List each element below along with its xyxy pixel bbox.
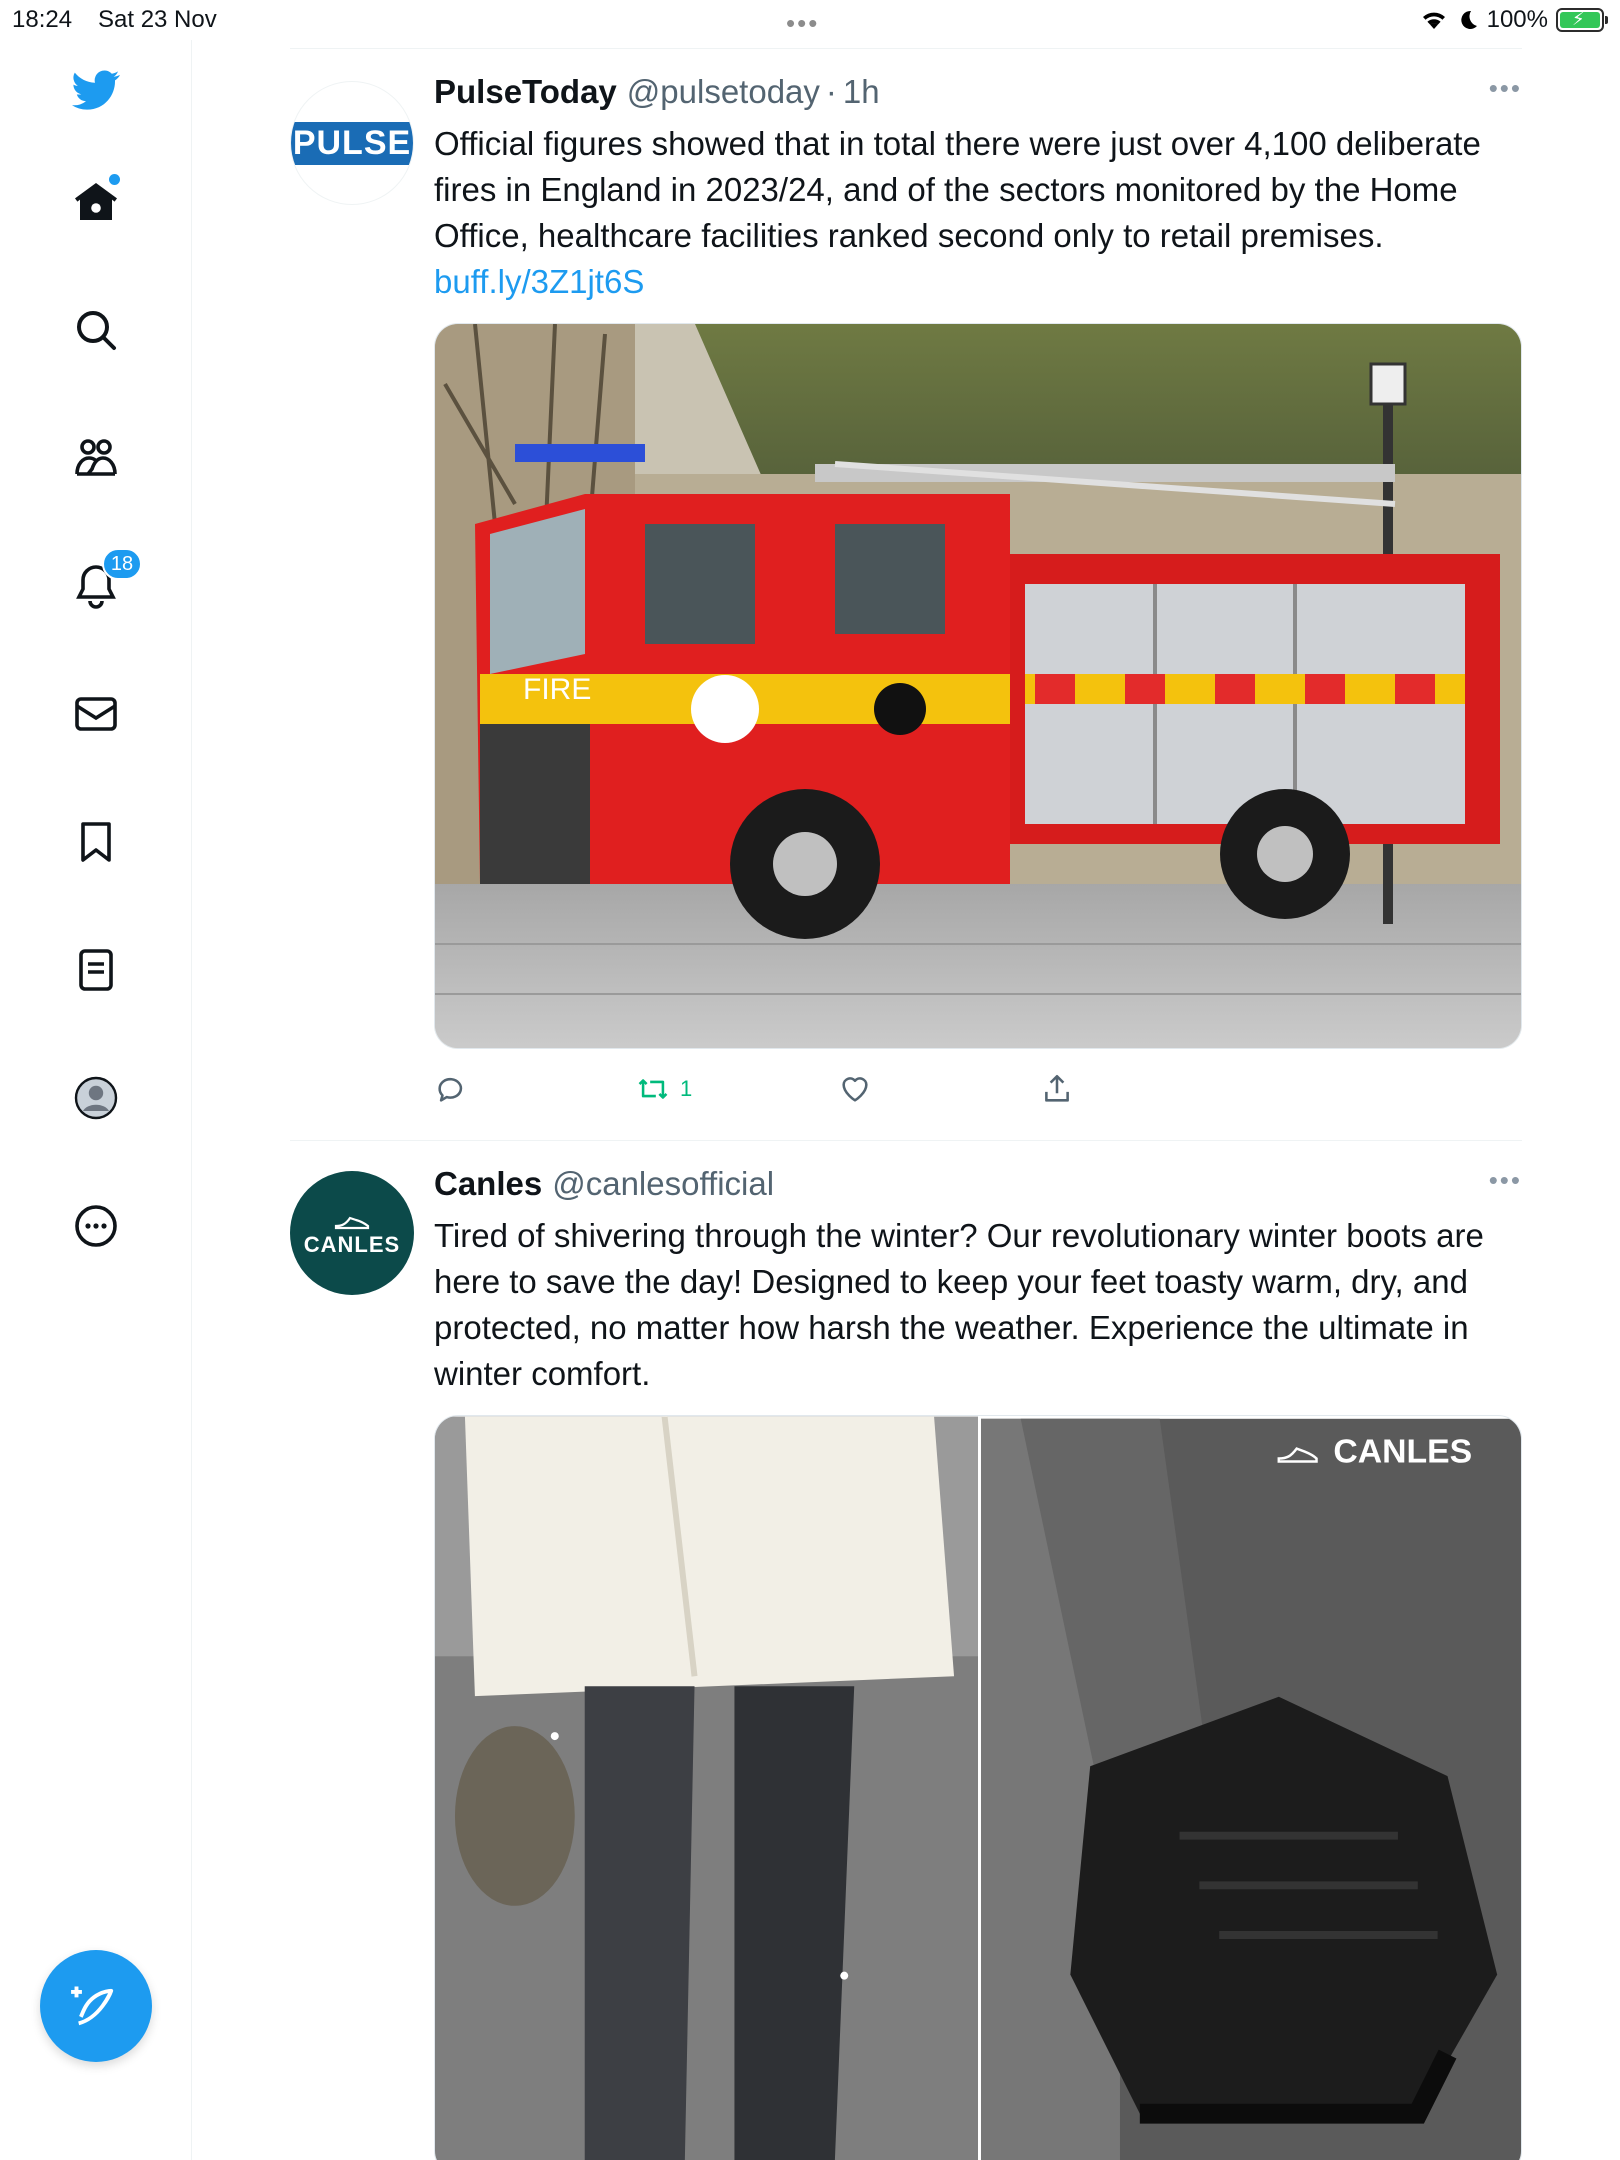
retweet-icon: [638, 1079, 668, 1099]
fire-engine-label: FIRE: [523, 673, 591, 706]
multitasking-dots-icon[interactable]: •••: [786, 8, 819, 39]
sidebar-item-more[interactable]: [56, 1186, 136, 1266]
retweet-count: 1: [680, 1076, 693, 1101]
communities-icon: [75, 439, 117, 476]
sidebar-item-profile[interactable]: [56, 1058, 136, 1138]
compose-tweet-button[interactable]: [40, 1950, 152, 2062]
notifications-badge: 18: [102, 548, 142, 580]
tweet-text: Tired of shivering through the winter? O…: [434, 1217, 1484, 1392]
bird-icon: [72, 70, 120, 110]
status-date: Sat 23 Nov: [98, 6, 217, 33]
sidebar-nav: 18: [0, 40, 192, 2160]
home-new-dot: [109, 174, 120, 185]
fire-engine-photo: FIRE: [435, 324, 1521, 1048]
moon-icon: [1460, 10, 1477, 29]
shoe-logo-icon: [334, 1216, 370, 1230]
more-circle-icon: [75, 1205, 117, 1247]
sidebar-item-explore[interactable]: [56, 290, 136, 370]
timeline: PULSE PulseToday @pulsetoday · 1h ••• Of…: [290, 48, 1522, 2160]
profile-avatar-icon: [74, 1076, 118, 1120]
tweet-author-name[interactable]: PulseToday: [434, 73, 617, 111]
battery-icon: ⚡: [1556, 8, 1608, 32]
pulse-logo: PULSE: [291, 121, 413, 165]
wifi-icon: [1422, 12, 1445, 29]
like-button[interactable]: [838, 1072, 1040, 1106]
tweet-more-icon[interactable]: •••: [1489, 73, 1522, 104]
tweet-pulsetoday[interactable]: PULSE PulseToday @pulsetoday · 1h ••• Of…: [290, 49, 1522, 1141]
sidebar-item-lists[interactable]: [56, 930, 136, 1010]
tweet-timestamp[interactable]: 1h: [843, 73, 880, 111]
jacket-jeans-photo: [435, 1416, 978, 2160]
sidebar-item-messages[interactable]: [56, 674, 136, 754]
reply-icon: [438, 1077, 463, 1102]
twitter-logo-icon[interactable]: [56, 50, 136, 130]
mail-icon: [75, 697, 117, 731]
share-icon: [1045, 1074, 1069, 1102]
tweet-separator: ·: [825, 73, 837, 110]
canles-brand-watermark: CANLES: [1333, 1432, 1472, 1470]
battery-percent: 100%: [1486, 6, 1548, 33]
status-bar: 18:24 Sat 23 Nov ••• 100% ⚡: [0, 0, 1620, 40]
sidebar-item-home[interactable]: [56, 162, 136, 242]
tweet-image-fire-engine[interactable]: FIRE: [434, 323, 1522, 1049]
avatar-pulsetoday[interactable]: PULSE: [290, 81, 414, 205]
tweet-author-handle[interactable]: @canlesofficial: [552, 1165, 774, 1203]
bookmark-icon: [81, 822, 111, 862]
tweet-actions: 1: [434, 1051, 1522, 1127]
search-icon: [77, 311, 116, 350]
sidebar-item-notifications[interactable]: 18: [56, 546, 142, 626]
canles-avatar-text: CANLES: [303, 1232, 401, 1257]
tweet-image-boots[interactable]: CANLES: [434, 1415, 1522, 2160]
sidebar-item-communities[interactable]: [56, 418, 136, 498]
list-icon: [79, 949, 113, 991]
tweet-author-handle[interactable]: @pulsetoday: [627, 73, 820, 111]
share-button[interactable]: [1040, 1072, 1242, 1106]
tweet-header: PulseToday @pulsetoday · 1h •••: [434, 73, 1522, 117]
tweet-author-name[interactable]: Canles: [434, 1165, 542, 1203]
tweet-canles[interactable]: CANLES Canles @canlesofficial ••• Tired …: [290, 1141, 1522, 2160]
tweet-more-icon[interactable]: •••: [1489, 1165, 1522, 1196]
compose-feather-icon: [71, 1986, 114, 2026]
winter-boot-photo: CANLES: [978, 1416, 1521, 2160]
tweet-link[interactable]: buff.ly/3Z1jt6S: [434, 263, 644, 300]
home-icon: [75, 183, 117, 220]
tweet-header: Canles @canlesofficial •••: [434, 1165, 1522, 1209]
reply-button[interactable]: [434, 1072, 636, 1106]
tweet-text-body: Official figures showed that in total th…: [434, 125, 1481, 254]
status-time: 18:24: [12, 6, 73, 33]
heart-icon: [842, 1077, 868, 1102]
tweet-text: Official figures showed that in total th…: [434, 121, 1522, 305]
retweet-button[interactable]: 1: [636, 1072, 838, 1106]
sidebar-item-bookmarks[interactable]: [56, 802, 136, 882]
avatar-canles[interactable]: CANLES: [290, 1171, 414, 1295]
